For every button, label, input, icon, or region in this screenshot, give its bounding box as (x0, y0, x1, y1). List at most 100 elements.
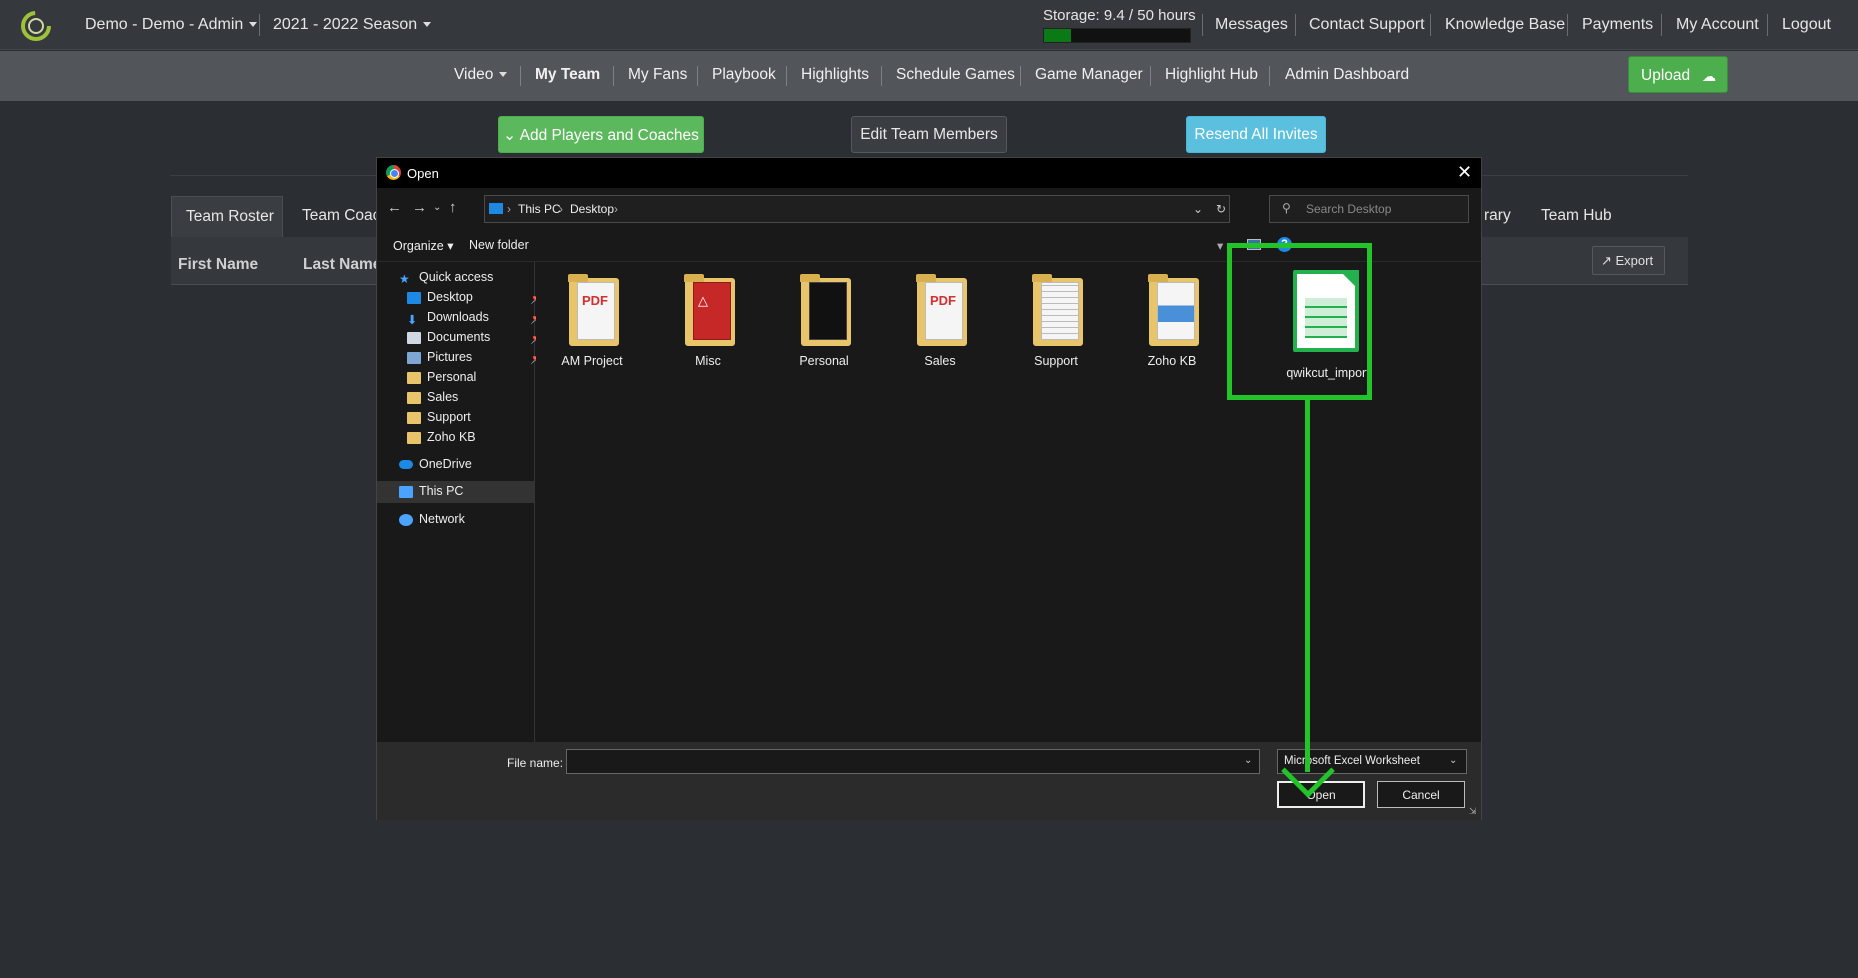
cancel-button[interactable]: Cancel (1377, 781, 1465, 808)
address-row: ← → ⌄ ↑ › This PC › Desktop › ⌄ ↻ ⚲ Sear… (377, 188, 1481, 228)
document-icon (407, 331, 421, 344)
chevron-down-icon[interactable]: ⌄ (1449, 755, 1457, 766)
chevron-down-icon[interactable]: ⌄ (1244, 755, 1252, 766)
nav-zoho-kb[interactable]: Zoho KB (407, 430, 476, 452)
payments-link[interactable]: Payments (1582, 16, 1653, 34)
highlight-arrow-line (1305, 400, 1310, 772)
breadcrumb-desktop[interactable]: Desktop (570, 202, 614, 216)
forward-arrow-icon[interactable]: → (412, 199, 427, 216)
org-menu[interactable]: Demo - Demo - Admin (85, 16, 258, 34)
column-last-name[interactable]: Last Name (303, 256, 381, 274)
export-button[interactable]: ↗ Export (1592, 246, 1665, 275)
nav-playbook[interactable]: Playbook (712, 66, 776, 84)
refresh-icon[interactable]: ↻ (1216, 202, 1226, 216)
back-arrow-icon[interactable]: ← (387, 199, 402, 216)
pdf-folder-icon: PDF (916, 274, 967, 346)
my-account-link[interactable]: My Account (1676, 16, 1759, 34)
storage-label: Storage: 9.4 / 50 hours (1043, 7, 1196, 24)
file-name-label: File name: (507, 756, 564, 770)
file-personal[interactable]: Personal (774, 272, 874, 382)
top-bar: Demo - Demo - Admin 2021 - 2022 Season S… (0, 0, 1858, 50)
knowledge-base-link[interactable]: Knowledge Base (1445, 16, 1565, 34)
tab-team-roster[interactable]: Team Roster (171, 196, 283, 237)
file-zoho-kb[interactable]: Zoho KB (1122, 272, 1222, 382)
nav-admin-dashboard[interactable]: Admin Dashboard (1285, 66, 1409, 84)
pdf-folder-icon: △ (684, 274, 735, 346)
caret-down-icon (249, 22, 258, 28)
cloud-upload-icon: ☁ (1702, 68, 1716, 84)
this-pc-icon (489, 203, 503, 214)
add-players-coaches-button[interactable]: ⌄ Add Players and Coaches (498, 116, 704, 153)
nav-my-fans[interactable]: My Fans (628, 66, 687, 84)
nav-sales[interactable]: Sales (407, 390, 458, 412)
season-menu[interactable]: 2021 - 2022 Season (273, 16, 432, 34)
address-bar[interactable]: › This PC › Desktop › ⌄ ↻ (484, 195, 1230, 223)
computer-icon (399, 485, 413, 498)
file-misc[interactable]: △ Misc (658, 272, 758, 382)
desktop-icon (407, 291, 421, 304)
organize-menu[interactable]: Organize ▾ (393, 238, 453, 253)
nav-game-manager[interactable]: Game Manager (1035, 66, 1143, 84)
nav-personal[interactable]: Personal (407, 370, 476, 392)
up-arrow-icon[interactable]: ↑ (449, 199, 457, 216)
resend-invites-button[interactable]: Resend All Invites (1186, 116, 1326, 153)
navigation-pane: ★Quick access Desktop📌 ⬇Downloads📌 Docum… (377, 262, 544, 742)
column-first-name[interactable]: First Name (178, 256, 258, 274)
nav-pictures[interactable]: Pictures📌 (407, 350, 544, 372)
logout-link[interactable]: Logout (1782, 16, 1831, 34)
file-name-input[interactable] (566, 749, 1260, 774)
tab-library[interactable]: rary (1484, 207, 1511, 225)
search-input[interactable]: ⚲ Search Desktop (1269, 195, 1469, 223)
recent-locations-icon[interactable]: ⌄ (433, 202, 441, 213)
upload-button[interactable]: Upload ☁ (1628, 56, 1728, 93)
nav-schedule-games[interactable]: Schedule Games (896, 66, 1015, 84)
caret-down-icon (423, 22, 432, 28)
nav-highlights[interactable]: Highlights (801, 66, 869, 84)
nav-support[interactable]: Support (407, 410, 471, 432)
doc-folder-icon (1148, 274, 1199, 346)
close-icon[interactable]: ✕ (1457, 162, 1472, 183)
search-icon: ⚲ (1282, 201, 1291, 215)
contact-support-link[interactable]: Contact Support (1309, 16, 1425, 34)
nav-documents[interactable]: Documents📌 (407, 330, 544, 352)
storage-progress-fill (1044, 29, 1072, 42)
nav-quick-access[interactable]: ★ Quick access (399, 270, 493, 292)
doc-folder-icon (1032, 274, 1083, 346)
nav-this-pc[interactable]: This PC (377, 481, 534, 503)
nav-video[interactable]: Video (454, 66, 508, 84)
open-button[interactable]: Open (1277, 781, 1365, 808)
nav-desktop[interactable]: Desktop📌 (407, 290, 544, 312)
breadcrumb-this-pc[interactable]: This PC (518, 202, 561, 216)
nav-network[interactable]: Network (399, 512, 465, 534)
new-folder-button[interactable]: New folder (469, 238, 529, 252)
edit-team-members-button[interactable]: Edit Team Members (851, 116, 1007, 153)
nav-my-team[interactable]: My Team (535, 66, 600, 84)
file-sales[interactable]: PDF Sales (890, 272, 990, 382)
resize-grip-icon[interactable]: ⇲ (1469, 806, 1477, 817)
chrome-icon (386, 165, 401, 180)
app-logo-icon[interactable] (19, 9, 53, 43)
picture-icon (407, 351, 421, 364)
nav-highlight-hub[interactable]: Highlight Hub (1165, 66, 1258, 84)
chevron-down-icon: ⌄ (503, 127, 520, 144)
download-icon: ⬇ (407, 312, 418, 327)
dialog-title: Open (407, 166, 439, 181)
messages-link[interactable]: Messages (1215, 16, 1288, 34)
dialog-titlebar: Open ✕ (377, 158, 1481, 188)
nav-downloads[interactable]: ⬇Downloads📌 (407, 310, 544, 332)
nav-onedrive[interactable]: OneDrive (399, 457, 472, 479)
file-am-project[interactable]: PDF AM Project (542, 272, 642, 382)
folder-icon (407, 371, 421, 384)
chevron-down-icon[interactable]: ⌄ (1193, 202, 1203, 216)
caret-down-icon (499, 72, 508, 78)
image-folder-icon (800, 274, 851, 346)
view-dropdown-icon[interactable]: ▾ (1217, 238, 1223, 253)
tab-team-hub[interactable]: Team Hub (1541, 207, 1612, 225)
file-support[interactable]: Support (1006, 272, 1106, 382)
star-icon: ★ (399, 271, 410, 286)
folder-icon (407, 431, 421, 444)
search-placeholder: Search Desktop (1306, 202, 1392, 216)
highlight-box (1227, 243, 1372, 400)
tab-team-coaches[interactable]: Team Coac (302, 207, 380, 225)
folder-icon (407, 411, 421, 424)
